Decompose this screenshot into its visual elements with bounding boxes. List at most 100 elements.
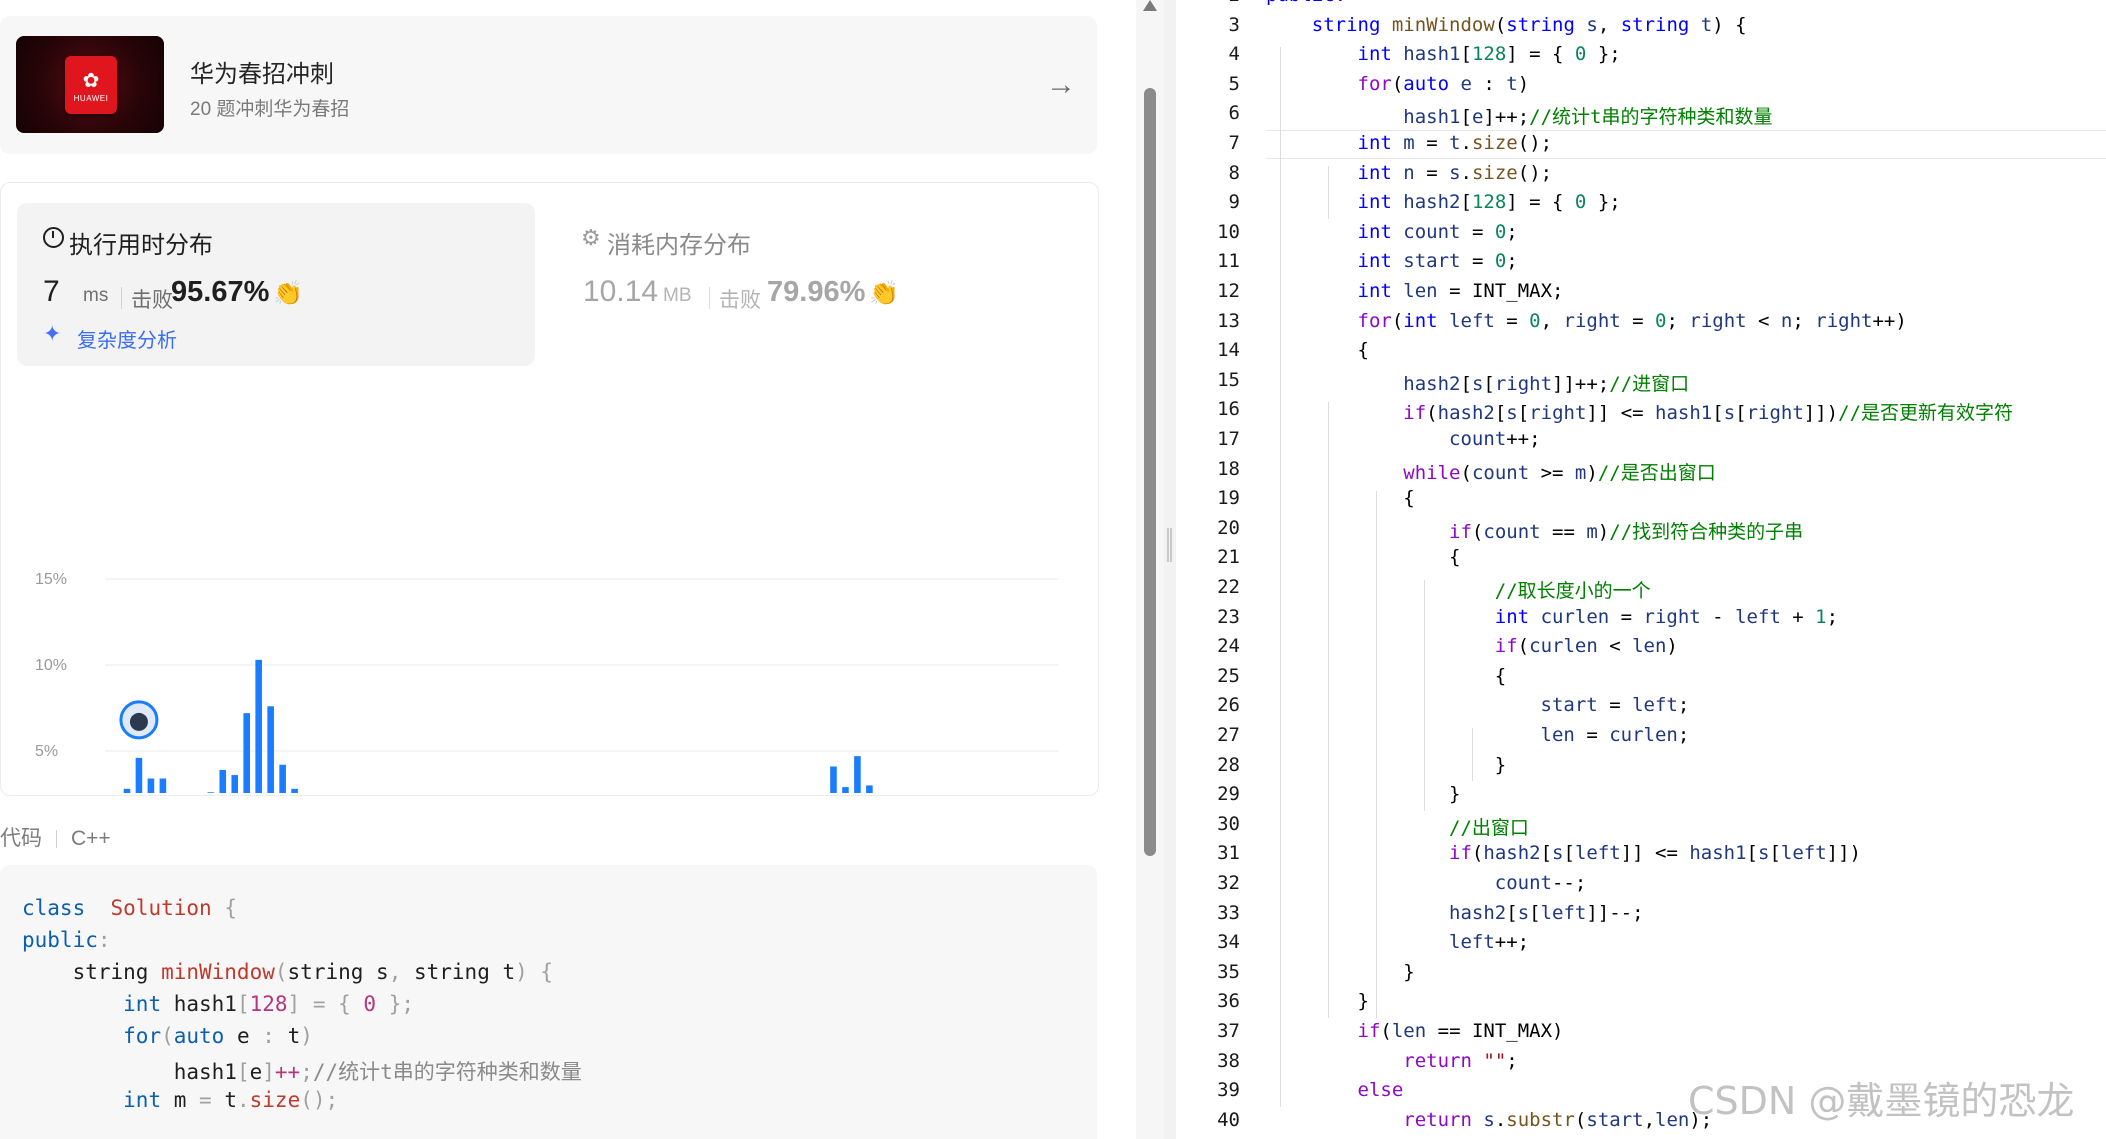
editor-code-line[interactable]: len = curlen;	[1266, 724, 1690, 746]
code-line: for(auto e : t)	[123, 1024, 313, 1048]
submission-result-panel: ✿ HUAWEI 华为春招冲刺 20 题冲刺华为春招 → 执行用时分布 7 ms …	[0, 0, 1136, 1139]
editor-code-line[interactable]: int len = INT_MAX;	[1266, 280, 1564, 302]
runtime-beat-label: 击败	[131, 289, 173, 312]
line-number: 15	[1217, 368, 1240, 391]
arrow-right-icon[interactable]: →	[1046, 68, 1076, 102]
editor-code-line[interactable]: if(curlen < len)	[1266, 635, 1678, 657]
chart-bar[interactable]	[231, 775, 239, 793]
editor-code-line[interactable]: int m = t.size();	[1266, 132, 1553, 154]
runtime-card[interactable]: 执行用时分布 7 ms 击败 95.67% 👏 ✦ 复杂度分析	[17, 203, 535, 366]
editor-code-line[interactable]: public:	[1266, 0, 1346, 6]
code-line: public:	[22, 928, 111, 952]
editor-code-line[interactable]: else	[1266, 1079, 1404, 1101]
editor-code-line[interactable]: int curlen = right - left + 1;	[1266, 606, 1838, 628]
editor-code-line[interactable]: //取长度小的一个	[1266, 576, 1651, 603]
editor-code-line[interactable]: while(count >= m)//是否出窗口	[1266, 458, 1715, 485]
chart-bar[interactable]	[291, 788, 298, 793]
scroll-up-arrow-icon[interactable]	[1143, 0, 1157, 11]
runtime-value: 7	[43, 275, 60, 308]
banner-title: 华为春招冲刺	[190, 61, 334, 88]
chart-bar[interactable]	[219, 769, 227, 793]
editor-code-line[interactable]: hash2[s[right]]++;//进窗口	[1266, 369, 1689, 396]
chart-bar[interactable]	[854, 756, 861, 793]
line-number: 31	[1217, 842, 1240, 865]
chart-bar[interactable]	[243, 713, 251, 793]
watermark: CSDN @戴墨镜的恐龙	[1688, 1079, 2075, 1123]
editor-code-line[interactable]: //出窗口	[1266, 813, 1529, 840]
chart-bar[interactable]	[207, 792, 215, 793]
study-plan-banner[interactable]: ✿ HUAWEI 华为春招冲刺 20 题冲刺华为春招 →	[0, 16, 1097, 154]
y-tick-label: 15%	[35, 571, 67, 588]
editor-code-line[interactable]: }	[1266, 783, 1460, 805]
line-number: 37	[1217, 1020, 1240, 1042]
editor-code-line[interactable]: return s.substr(start,len);	[1266, 1109, 1712, 1131]
chart-bar[interactable]	[866, 785, 873, 793]
editor-code-line[interactable]: string minWindow(string s, string t) {	[1266, 14, 1747, 36]
editor-code-line[interactable]: if(count == m)//找到符合种类的子串	[1266, 517, 1803, 544]
code-line: int m = t.size();	[123, 1088, 339, 1112]
vertical-scrollbar[interactable]	[1136, 0, 1164, 1139]
editor-code-line[interactable]: int n = s.size();	[1266, 162, 1553, 184]
stats-panel: 执行用时分布 7 ms 击败 95.67% 👏 ✦ 复杂度分析 ⚙ 消耗内存分布…	[0, 182, 1099, 796]
line-number: 29	[1217, 783, 1240, 806]
line-number: 13	[1217, 309, 1240, 332]
chart-bar[interactable]	[279, 764, 286, 793]
editor-code-line[interactable]: }	[1266, 754, 1506, 776]
editor-code-line[interactable]: }	[1266, 961, 1414, 983]
line-number: 20	[1217, 516, 1240, 539]
editor-code-line[interactable]: for(int left = 0, right = 0; right < n; …	[1266, 310, 1907, 332]
line-number: 14	[1217, 339, 1240, 362]
drag-handle-icon[interactable]	[1167, 528, 1172, 562]
memory-beat-label: 击败	[719, 289, 761, 312]
chart-bar[interactable]	[135, 757, 143, 793]
line-number: 25	[1217, 664, 1240, 687]
divider	[709, 287, 710, 309]
chart-bar[interactable]	[267, 706, 274, 793]
code-editor[interactable]: 2 public: 3 string minWindow(string s, str…	[1176, 0, 2106, 1139]
runtime-title: 执行用时分布	[69, 232, 213, 259]
complexity-analysis-link[interactable]: 复杂度分析	[77, 324, 177, 353]
chart-bar[interactable]	[830, 766, 837, 793]
editor-code-line[interactable]: count--;	[1266, 872, 1587, 894]
editor-code-line[interactable]: hash1[e]++;//统计t串的字符种类和数量	[1266, 102, 1772, 129]
chart-bar[interactable]	[147, 778, 155, 793]
memory-title[interactable]: 消耗内存分布	[581, 225, 751, 260]
editor-code-line[interactable]: return "";	[1266, 1050, 1517, 1072]
editor-code-line[interactable]: if(len == INT_MAX)	[1266, 1020, 1564, 1042]
editor-code-line[interactable]: {	[1266, 546, 1460, 568]
line-number: 16	[1217, 398, 1240, 421]
editor-code-line[interactable]: {	[1266, 339, 1369, 361]
editor-code-line[interactable]: {	[1266, 665, 1506, 687]
chart-bar[interactable]	[123, 788, 131, 793]
editor-code-line[interactable]: if(hash2[s[right]] <= hash1[s[right]])//…	[1266, 398, 2013, 425]
line-number: 3	[1228, 13, 1240, 36]
editor-code-line[interactable]: int count = 0;	[1266, 221, 1518, 243]
line-number: 17	[1217, 428, 1240, 450]
line-number: 28	[1217, 753, 1240, 776]
line-number: 18	[1217, 457, 1240, 480]
line-number: 4	[1228, 43, 1240, 66]
line-number: 6	[1228, 102, 1240, 125]
line-number: 19	[1217, 487, 1240, 510]
editor-code-line[interactable]: int hash1[128] = { 0 };	[1266, 43, 1621, 65]
editor-code-line[interactable]: hash2[s[left]]--;	[1266, 902, 1644, 924]
chart-bar[interactable]	[842, 787, 849, 793]
editor-code-line[interactable]: count++;	[1266, 428, 1541, 450]
chart-bar[interactable]	[255, 659, 262, 793]
code-language: C++	[71, 827, 111, 850]
panel-splitter[interactable]	[1164, 0, 1176, 1139]
editor-code-line[interactable]: int hash2[128] = { 0 };	[1266, 191, 1621, 213]
line-number: 33	[1217, 901, 1240, 924]
editor-code-line[interactable]: start = left;	[1266, 694, 1690, 716]
editor-code-line[interactable]: int start = 0;	[1266, 250, 1518, 272]
editor-code-line[interactable]: }	[1266, 990, 1369, 1012]
line-number: 34	[1217, 931, 1240, 954]
editor-code-line[interactable]: left++;	[1266, 931, 1529, 953]
editor-code-line[interactable]: if(hash2[s[left]] <= hash1[s[left]])	[1266, 842, 1861, 864]
line-number: 23	[1217, 605, 1240, 628]
line-number: 30	[1217, 812, 1240, 835]
scrollbar-thumb[interactable]	[1144, 88, 1156, 856]
editor-code-line[interactable]: for(auto e : t)	[1266, 73, 1530, 95]
editor-code-line[interactable]: {	[1266, 487, 1414, 509]
chart-bar[interactable]	[159, 778, 167, 793]
